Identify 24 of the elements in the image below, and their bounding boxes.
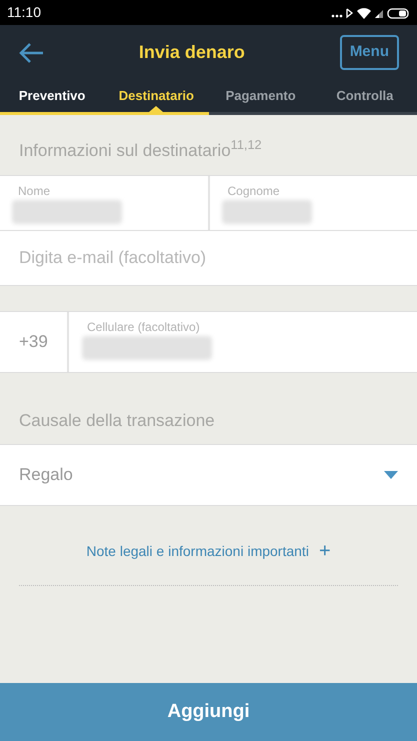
step-tab[interactable]: Destinatario	[104, 80, 208, 115]
wifi-icon	[357, 8, 371, 18]
step-tab[interactable]: Pagamento	[208, 80, 313, 115]
section-title: Causale della transazione	[18, 410, 216, 432]
battery-icon	[387, 8, 409, 18]
legal-notes-link[interactable]: Note legali e informazioni importanti +	[86, 536, 331, 566]
name-field[interactable]: Cognome	[210, 176, 417, 230]
step-tab[interactable]: Controlla	[312, 80, 417, 115]
email-field[interactable]: Digita e-mail (facoltativo)	[0, 231, 417, 286]
step-tab[interactable]: Preventivo	[0, 80, 104, 115]
more-dots-icon	[332, 14, 342, 17]
bluetooth-icon	[346, 8, 354, 18]
menu-button[interactable]: Menu	[340, 35, 399, 70]
signal-icon	[375, 10, 383, 18]
purpose-dropdown[interactable]: Regalo	[0, 444, 417, 506]
mobile-field[interactable]: Cellulare (facoltativo)	[69, 312, 417, 372]
status-time: 11:10	[7, 3, 41, 22]
dropdown-caret-icon	[384, 471, 398, 479]
page-title: Invia denaro	[138, 41, 245, 64]
name-field[interactable]: Nome	[0, 176, 210, 230]
add-button[interactable]: Aggiungi	[0, 683, 417, 741]
section-title: Informazioni sul destinatario$^{11,12}$	[18, 136, 263, 162]
country-code[interactable]: +39	[0, 312, 69, 372]
back-arrow-icon	[18, 42, 44, 64]
